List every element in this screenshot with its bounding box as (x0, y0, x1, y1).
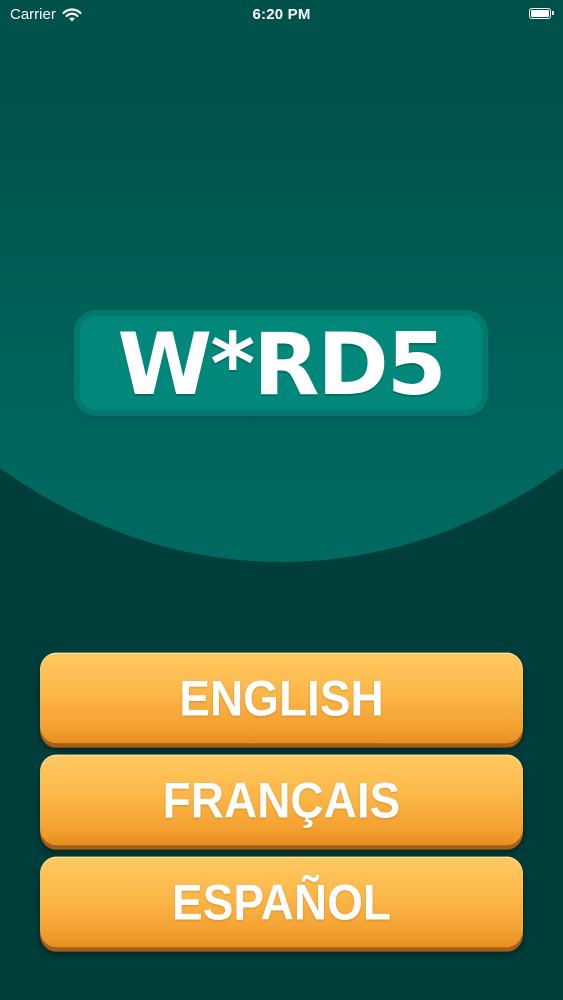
battery-icon (529, 8, 554, 19)
status-bar: Carrier 6:20 PM (0, 0, 563, 30)
francais-button-label: FRANÇAIS (162, 771, 401, 829)
english-button[interactable]: ENGLISH (40, 652, 523, 744)
espanol-button[interactable]: ESPAÑOL (40, 856, 523, 948)
espanol-button-label: ESPAÑOL (172, 873, 391, 931)
english-button-label: ENGLISH (179, 669, 384, 727)
launch-screen: Carrier 6:20 PM W*RD5 ENGLISH FRANÇAIS E… (0, 0, 563, 1000)
app-logo: W*RD5 (80, 316, 482, 410)
app-logo-text: W*RD5 (117, 315, 446, 415)
hero-arc-background (0, 0, 563, 562)
francais-button[interactable]: FRANÇAIS (40, 754, 523, 846)
status-time: 6:20 PM (252, 6, 311, 23)
